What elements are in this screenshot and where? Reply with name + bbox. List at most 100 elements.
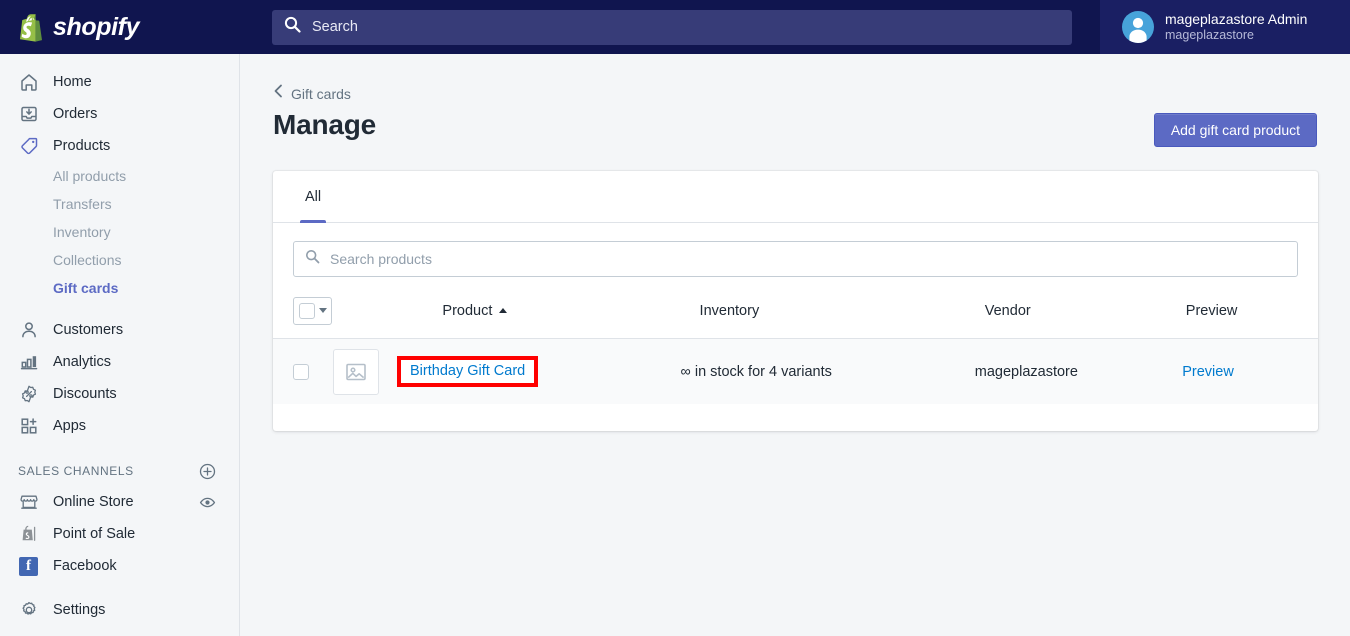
inventory-value: ∞ in stock for 4 variants	[680, 363, 832, 380]
user-store-name: mageplazastore	[1165, 28, 1254, 42]
tab-bar: All	[273, 171, 1318, 223]
sidebar-item-settings[interactable]: Settings	[0, 594, 239, 626]
shopify-wordmark: shopify	[53, 12, 140, 41]
chevron-left-icon	[273, 84, 284, 103]
sidebar-item-label: Products	[53, 138, 111, 154]
shopify-logo[interactable]: shopify	[0, 0, 240, 54]
shopify-bag-icon	[18, 13, 44, 42]
sidebar-item-label: Settings	[53, 602, 106, 618]
search-input[interactable]: Search	[272, 9, 1072, 45]
column-header-label: Inventory	[699, 302, 760, 319]
sidebar-item-products[interactable]: Products	[0, 130, 239, 162]
facebook-icon: f	[18, 556, 39, 577]
page-title: Manage	[273, 109, 377, 140]
customers-person-icon	[18, 320, 39, 341]
sidebar-subitem-inventory[interactable]: Inventory	[0, 218, 239, 246]
sidebar-item-label: Apps	[53, 418, 87, 434]
select-all-checkbox[interactable]	[298, 302, 315, 319]
vendor-value: mageplazastore	[974, 363, 1078, 380]
sidebar-item-orders[interactable]: Orders	[0, 98, 239, 130]
sidebar-subitem-all-products[interactable]: All products	[0, 162, 239, 190]
product-name-highlight-annotation: Birthday Gift Card	[397, 356, 539, 387]
caret-up-icon	[499, 307, 508, 313]
eye-icon[interactable]	[197, 492, 217, 512]
gift-cards-card: All Search products Product Inventory Ve…	[273, 171, 1318, 431]
preview-cell: Preview	[1182, 363, 1298, 381]
column-header-label: Vendor	[984, 302, 1031, 319]
sidebar-item-label: Discounts	[53, 386, 117, 402]
sidebar-item-discounts[interactable]: Discounts	[0, 378, 239, 410]
table-row[interactable]: Birthday Gift Card ∞ in stock for 4 vari…	[273, 339, 1318, 404]
sidebar: Home Orders Products All products Transf…	[0, 54, 240, 636]
sidebar-item-label: Analytics	[53, 354, 112, 370]
column-header-label: Product	[442, 302, 493, 319]
gear-icon	[18, 600, 39, 621]
user-name: mageplazastore Admin	[1165, 11, 1308, 27]
row-select-checkbox[interactable]	[293, 363, 309, 380]
card-footer-spacer	[273, 404, 1318, 431]
image-placeholder-icon	[333, 348, 379, 395]
tab-all[interactable]: All	[290, 171, 336, 223]
sidebar-subitem-label: Inventory	[53, 224, 111, 240]
shopify-admin-page: shopify Search mageplazastore Admin mage…	[0, 0, 1350, 636]
sidebar-item-label: Facebook	[53, 558, 117, 574]
orders-inbox-icon	[18, 104, 39, 125]
product-search-row: Search products	[273, 223, 1318, 277]
sidebar-item-customers[interactable]: Customers	[0, 314, 239, 346]
user-menu[interactable]: mageplazastore Admin mageplazastore	[1100, 0, 1350, 54]
user-avatar-icon	[1122, 11, 1154, 43]
chevron-down-icon[interactable]	[318, 308, 327, 313]
sales-channels-label: SALES CHANNELS	[18, 464, 134, 478]
sidebar-item-label: Home	[53, 74, 92, 90]
breadcrumb[interactable]: Gift cards	[273, 84, 351, 103]
sidebar-item-apps[interactable]: Apps	[0, 410, 239, 442]
home-icon	[18, 72, 39, 93]
sidebar-item-point-of-sale[interactable]: Point of Sale	[0, 518, 239, 550]
online-store-icon	[18, 492, 39, 513]
inventory-cell: ∞ in stock for 4 variants	[680, 363, 974, 381]
search-products-placeholder: Search products	[330, 251, 432, 267]
sidebar-subitem-label: All products	[53, 168, 127, 184]
sidebar-item-facebook[interactable]: f Facebook	[0, 550, 239, 582]
search-products-input[interactable]: Search products	[293, 241, 1298, 277]
product-name-link[interactable]: Birthday Gift Card	[410, 364, 525, 379]
global-search: Search	[272, 9, 1072, 45]
sidebar-item-label: Orders	[53, 106, 98, 122]
sidebar-item-home[interactable]: Home	[0, 66, 239, 98]
sidebar-subitem-label: Gift cards	[53, 280, 119, 296]
product-cell: Birthday Gift Card	[309, 348, 680, 395]
main-content: Gift cards Manage Add gift card product …	[240, 54, 1350, 636]
discounts-percent-badge-icon	[18, 384, 39, 405]
search-icon	[305, 249, 320, 269]
column-header-label: Preview	[1185, 302, 1238, 319]
sidebar-subitem-transfers[interactable]: Transfers	[0, 190, 239, 218]
plus-circle-icon[interactable]	[197, 461, 217, 481]
point-of-sale-bag-icon	[18, 524, 39, 545]
breadcrumb-label: Gift cards	[291, 85, 351, 102]
sidebar-subitem-collections[interactable]: Collections	[0, 246, 239, 274]
column-header-preview: Preview	[1186, 302, 1298, 320]
sidebar-subitem-label: Collections	[53, 252, 122, 268]
top-bar: shopify Search mageplazastore Admin mage…	[0, 0, 1350, 54]
column-header-vendor: Vendor	[985, 302, 1186, 320]
column-header-inventory: Inventory	[700, 302, 985, 320]
sidebar-subitem-gift-cards[interactable]: Gift cards	[0, 274, 239, 302]
sales-channels-header: SALES CHANNELS	[0, 456, 239, 486]
column-header-product[interactable]: Product	[332, 302, 699, 320]
bulk-select-control[interactable]	[293, 296, 333, 325]
table-header-row: Product Inventory Vendor Preview	[273, 283, 1318, 339]
analytics-bar-chart-icon	[18, 352, 39, 373]
sidebar-item-analytics[interactable]: Analytics	[0, 346, 239, 378]
tab-label: All	[305, 188, 322, 205]
products-tag-icon	[18, 136, 39, 157]
search-placeholder: Search	[312, 19, 358, 35]
apps-grid-plus-icon	[18, 416, 39, 437]
vendor-cell: mageplazastore	[975, 363, 1182, 381]
add-gift-card-product-button[interactable]: Add gift card product	[1153, 113, 1317, 147]
sidebar-item-online-store[interactable]: Online Store	[0, 486, 239, 518]
products-subnav: All products Transfers Inventory Collect…	[0, 162, 239, 302]
sidebar-subitem-label: Transfers	[53, 196, 112, 212]
sidebar-item-label: Online Store	[53, 494, 134, 510]
preview-link[interactable]: Preview	[1182, 364, 1234, 380]
